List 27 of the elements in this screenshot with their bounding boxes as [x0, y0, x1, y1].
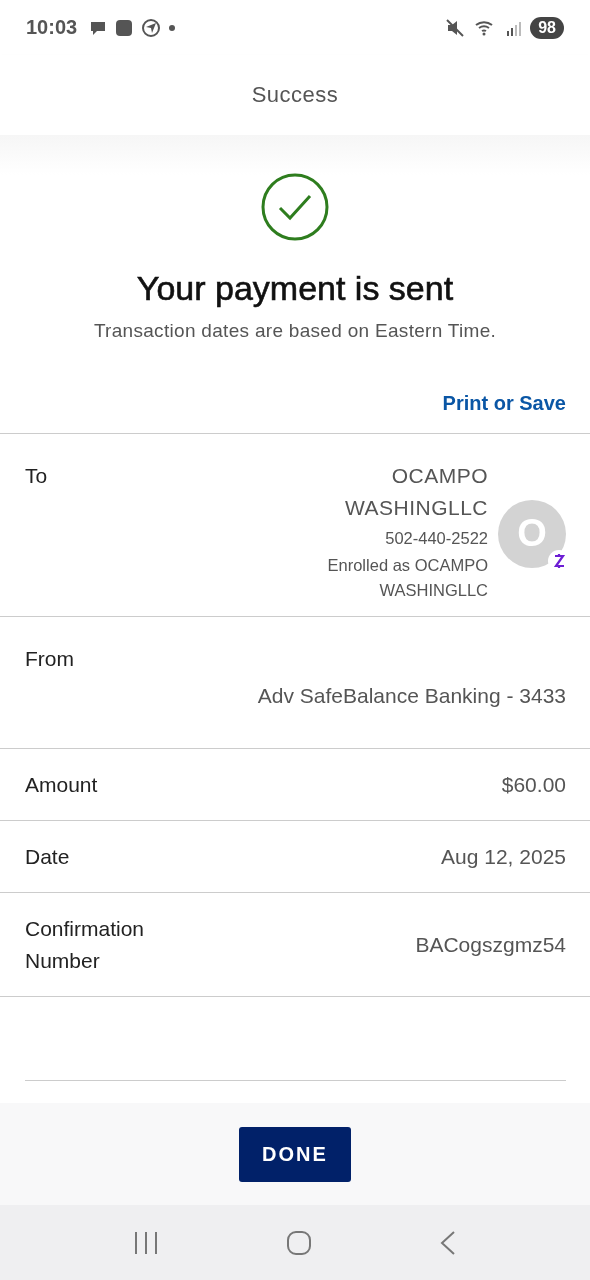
recent-apps-icon[interactable]: [133, 1230, 160, 1255]
detail-value: Adv SafeBalance Banking - 3433: [257, 682, 566, 709]
detail-label: From: [25, 646, 75, 672]
battery-level: 98: [530, 16, 564, 39]
check-circle-icon: [261, 173, 329, 241]
timezone-note: Transaction dates are based on Eastern Time.: [93, 320, 497, 342]
recipient-phone: 502-440-2522: [384, 528, 488, 549]
detail-label: Confirmation Number: [25, 915, 146, 974]
detail-value: Aug 12, 2025: [441, 843, 566, 870]
detail-label: Amount: [25, 771, 99, 798]
detail-value: BACogszgmz54: [415, 931, 566, 958]
app-icon: [115, 18, 134, 37]
enrollment-note: Enrolled as OCAMPO WASHINGLLC: [326, 555, 488, 601]
screen-title: Success: [251, 82, 339, 108]
detail-label: To: [25, 463, 49, 489]
back-icon[interactable]: [438, 1229, 457, 1256]
recipient-name: OCAMPO WASHINGLLC: [343, 463, 488, 521]
success-heading: Your payment is sent: [136, 269, 454, 308]
detail-label: Date: [25, 843, 71, 870]
detail-value: $60.00: [501, 771, 566, 798]
navigation-icon: [141, 17, 162, 38]
status-time: 10:03: [26, 16, 78, 39]
dot-icon: [169, 24, 176, 31]
chat-icon: [89, 19, 108, 36]
print-or-save-link[interactable]: Print or Save: [442, 392, 566, 415]
home-icon[interactable]: [286, 1229, 312, 1256]
done-button[interactable]: DONE: [239, 1126, 351, 1182]
